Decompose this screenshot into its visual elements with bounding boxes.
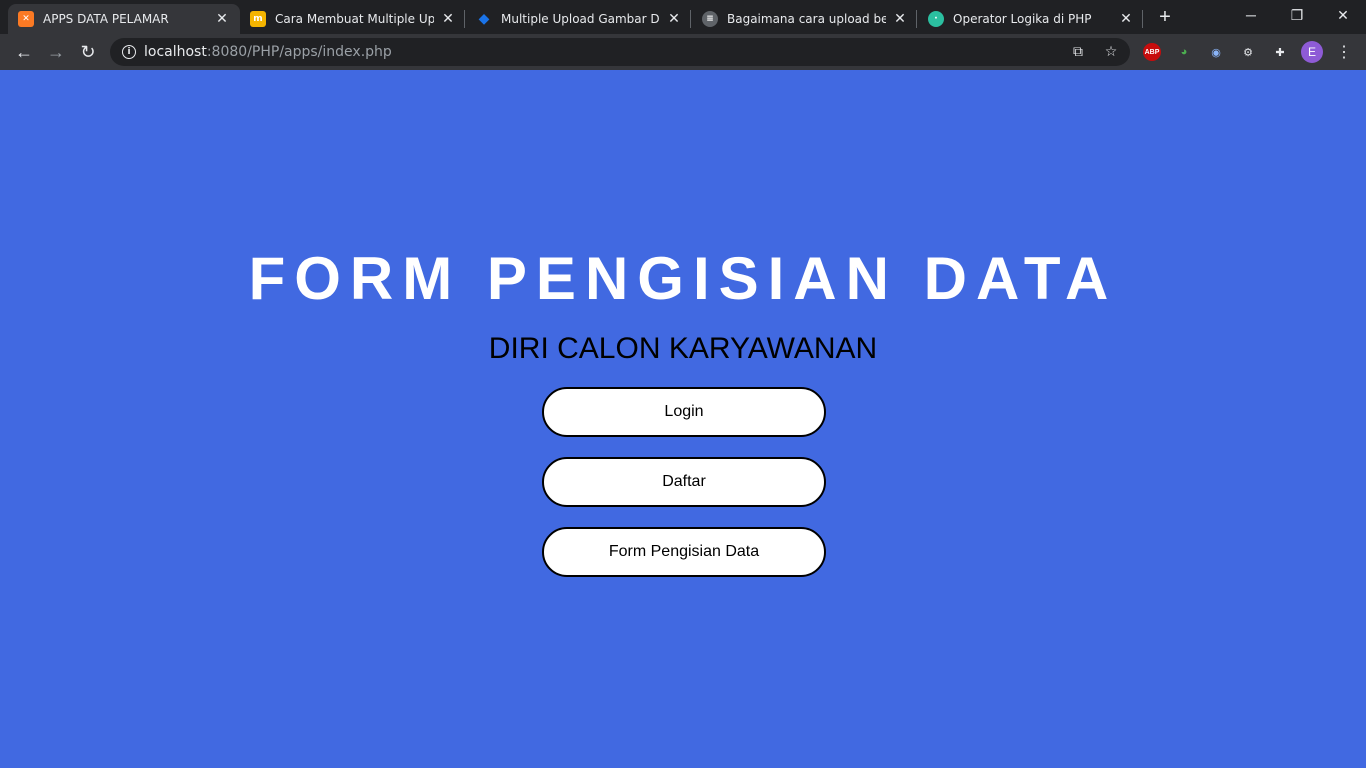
google-earth-icon[interactable]: ◕ (1174, 42, 1194, 62)
tab-separator (1142, 10, 1143, 28)
extension-circle-icon[interactable]: ◉ (1206, 42, 1226, 62)
tab-cara-membuat-multiple-upload[interactable]: m Cara Membuat Multiple Uploa ✕ (240, 4, 466, 34)
tab-multiple-upload-gambar[interactable]: ◆ Multiple Upload Gambar Deng ✕ (466, 4, 692, 34)
address-bar[interactable]: i localhost:8080/PHP/apps/index.php ⧉ ☆ (110, 38, 1130, 66)
gear-icon[interactable]: ⚙ (1238, 42, 1258, 62)
restore-button[interactable]: ❐ (1274, 0, 1320, 30)
tab-apps-data-pelamar[interactable]: ✕ APPS DATA PELAMAR ✕ (8, 4, 240, 34)
translate-icon[interactable]: ⧉ (1070, 44, 1086, 60)
close-tab-icon[interactable]: ✕ (666, 11, 682, 27)
new-tab-button[interactable]: + (1154, 6, 1176, 28)
page-title: FORM PENGISIAN DATA (248, 245, 1118, 312)
adblock-plus-icon[interactable]: ABP (1143, 43, 1161, 61)
diamond-icon: ◆ (478, 11, 490, 27)
close-tab-icon[interactable]: ✕ (440, 11, 456, 27)
back-arrow-icon[interactable]: ← (10, 38, 38, 66)
login-button[interactable]: Login (542, 387, 826, 437)
tab-separator (690, 10, 691, 28)
menu-kebab-icon[interactable]: ⋮ (1334, 42, 1354, 62)
tab-bagaimana-cara-upload[interactable]: ≡ Bagaimana cara upload bebera ✕ (692, 4, 918, 34)
xampp-icon: ✕ (18, 11, 34, 27)
globe-icon: · (928, 11, 944, 27)
puzzle-extensions-icon[interactable]: ✚ (1270, 42, 1290, 62)
avatar[interactable]: E (1301, 41, 1323, 63)
close-tab-icon[interactable]: ✕ (892, 11, 908, 27)
tab-separator (464, 10, 465, 28)
minimize-button[interactable]: ─ (1228, 0, 1274, 30)
url-path: :8080/PHP/apps/index.php (206, 44, 392, 60)
tab-separator (916, 10, 917, 28)
reload-icon[interactable]: ↻ (74, 38, 102, 66)
stackoverflow-icon: ≡ (702, 11, 718, 27)
tab-strip: ✕ APPS DATA PELAMAR ✕ m Cara Membuat Mul… (0, 0, 1366, 34)
forward-arrow-icon[interactable]: → (42, 38, 70, 66)
malas-ngoding-icon: m (250, 11, 266, 27)
daftar-button[interactable]: Daftar (542, 457, 826, 507)
close-tab-icon[interactable]: ✕ (214, 11, 230, 27)
url-host: localhost (144, 44, 207, 60)
form-pengisian-data-button[interactable]: Form Pengisian Data (542, 527, 826, 577)
close-window-button[interactable]: ✕ (1320, 0, 1366, 30)
bookmark-star-icon[interactable]: ☆ (1103, 44, 1119, 60)
info-icon[interactable]: i (122, 45, 136, 59)
close-tab-icon[interactable]: ✕ (1118, 11, 1134, 27)
page-subtitle: DIRI CALON KARYAWANAN (488, 332, 878, 365)
tab-operator-logika-php[interactable]: · Operator Logika di PHP ✕ (918, 4, 1144, 34)
page-content: FORM PENGISIAN DATA DIRI CALON KARYAWANA… (0, 70, 1366, 768)
browser-toolbar: ← → ↻ i localhost:8080/PHP/apps/index.ph… (0, 34, 1366, 70)
